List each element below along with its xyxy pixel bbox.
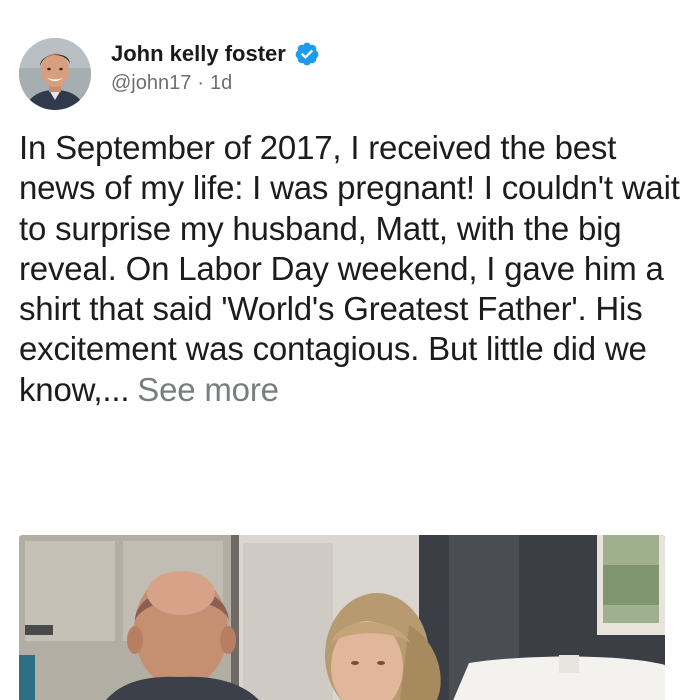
author-display-name[interactable]: John kelly foster [111, 41, 286, 67]
post-body: In September of 2017, I received the bes… [19, 128, 684, 410]
meta-separator: · [197, 72, 205, 94]
post-media-photo[interactable] [19, 535, 665, 700]
verified-badge-icon [295, 42, 319, 66]
post-timestamp[interactable]: 1d [210, 72, 232, 95]
author-avatar[interactable] [19, 38, 91, 110]
media-image [19, 535, 665, 700]
see-more-link[interactable]: See more [137, 371, 279, 408]
author-name-row: John kelly foster [111, 38, 320, 70]
social-post: John kelly foster @john17 · 1d In Septem… [0, 0, 700, 700]
author-meta-row: @john17 · 1d [111, 72, 232, 95]
post-body-text: In September of 2017, I received the bes… [19, 129, 680, 408]
author-handle[interactable]: @john17 [111, 72, 191, 95]
avatar-photo [19, 38, 91, 110]
